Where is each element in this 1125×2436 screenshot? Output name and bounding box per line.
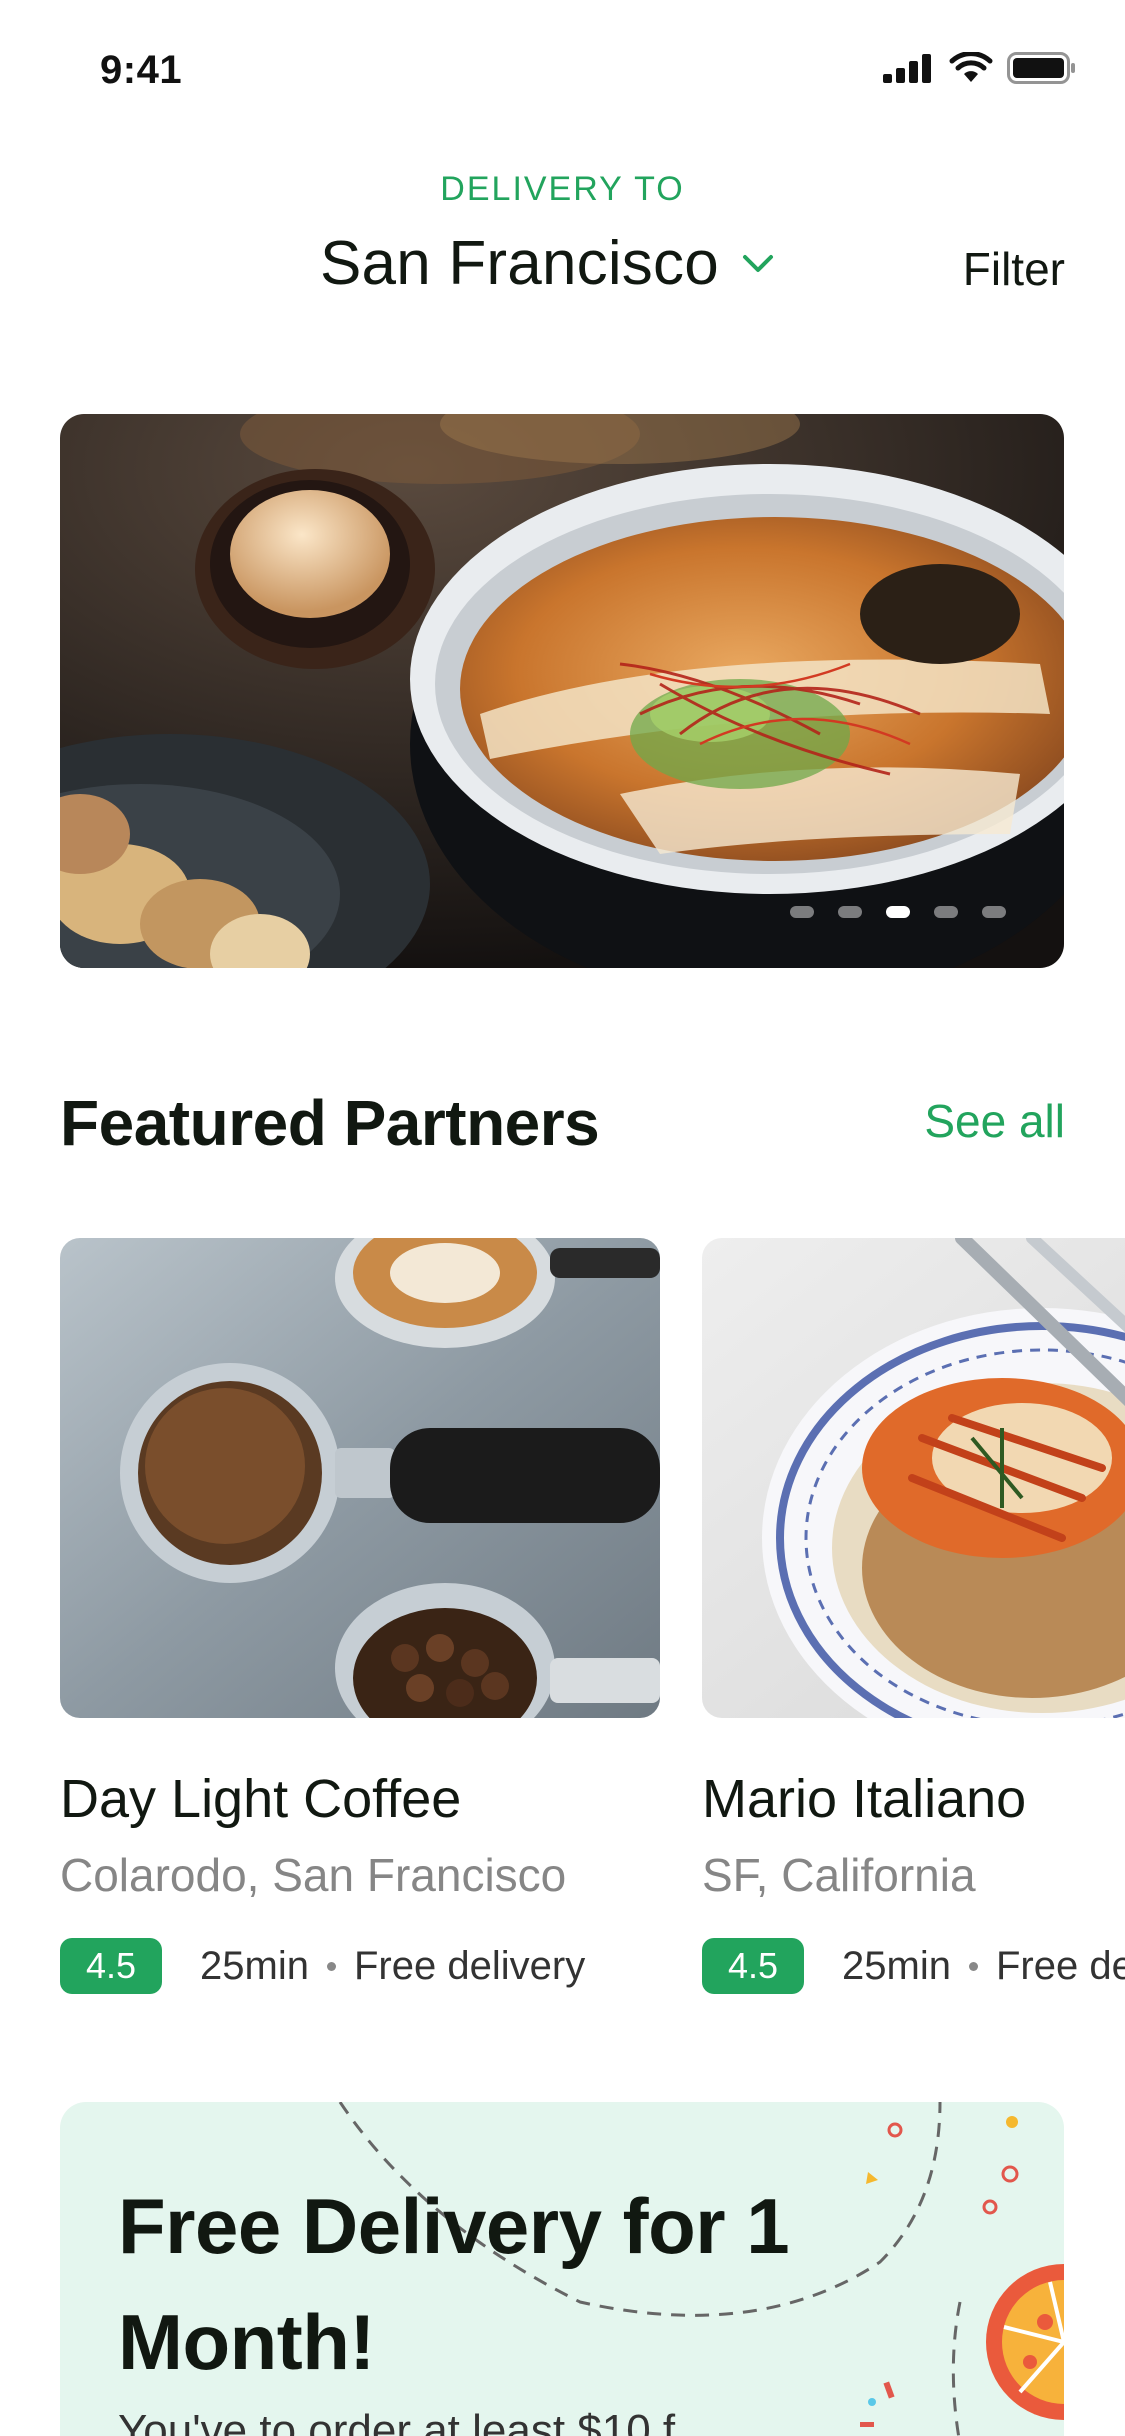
- rating-badge: 4.5: [702, 1938, 805, 1994]
- status-icons: [883, 52, 1077, 84]
- wifi-icon: [949, 52, 993, 82]
- delivery-label: DELIVERY TO: [440, 170, 685, 208]
- partner-name: Mario Italiano: [702, 1769, 1027, 1829]
- partner-name: Day Light Coffee: [60, 1769, 462, 1829]
- partner-image: [60, 1238, 660, 1718]
- hero-banner[interactable]: [60, 414, 1064, 968]
- battery-icon: [1007, 52, 1075, 84]
- separator-dot: [327, 1961, 336, 1971]
- promo-banner[interactable]: Free Delivery for 1 Month! You've to ord…: [60, 2102, 1064, 2436]
- carousel-indicator[interactable]: [790, 906, 1006, 918]
- carousel-dot[interactable]: [982, 906, 1006, 918]
- rating-badge: 4.5: [60, 1938, 163, 1994]
- partner-card[interactable]: Day Light Coffee Colarodo, San Francisco…: [60, 1238, 660, 1994]
- chevron-down-icon: [742, 254, 773, 272]
- partner-card[interactable]: Mario Italiano SF, California 4.5 25min …: [702, 1238, 1125, 1994]
- coffee-image: [60, 1238, 660, 1718]
- partner-image: [702, 1238, 1125, 1718]
- partner-location: SF, California: [702, 1849, 976, 1901]
- delivery-fee: Free delivery: [996, 1943, 1125, 1988]
- carousel-dot-active[interactable]: [886, 906, 910, 918]
- section-title-featured: Featured Partners: [60, 1087, 600, 1159]
- signal-icon: [883, 54, 931, 83]
- carousel-dot[interactable]: [790, 906, 814, 918]
- filter-button[interactable]: Filter: [963, 242, 1065, 296]
- see-all-link[interactable]: See all: [924, 1094, 1065, 1148]
- partner-meta: 4.5 25min Free delivery: [60, 1938, 660, 1994]
- partner-meta: 4.5 25min Free delivery: [702, 1938, 1125, 1994]
- carousel-dot[interactable]: [838, 906, 862, 918]
- separator-dot: [969, 1961, 978, 1971]
- delivery-fee: Free delivery: [354, 1943, 586, 1988]
- hero-ramen-image: [60, 414, 1064, 968]
- promo-subtitle: You've to order at least $10 f: [118, 2406, 676, 2436]
- featured-partners-carousel[interactable]: Day Light Coffee Colarodo, San Francisco…: [60, 1238, 1125, 2018]
- location-selector[interactable]: San Francisco: [320, 228, 775, 299]
- delivery-time: 25min: [200, 1943, 309, 1988]
- kimchi-rice-image: [702, 1238, 1125, 1718]
- status-bar: 9:41: [0, 0, 1125, 140]
- delivery-time: 25min: [842, 1943, 951, 1988]
- carousel-dot[interactable]: [934, 906, 958, 918]
- promo-title: Free Delivery for 1 Month!: [118, 2182, 790, 2386]
- status-time: 9:41: [100, 48, 183, 92]
- partner-location: Colarodo, San Francisco: [60, 1849, 567, 1901]
- location-name: San Francisco: [320, 229, 719, 298]
